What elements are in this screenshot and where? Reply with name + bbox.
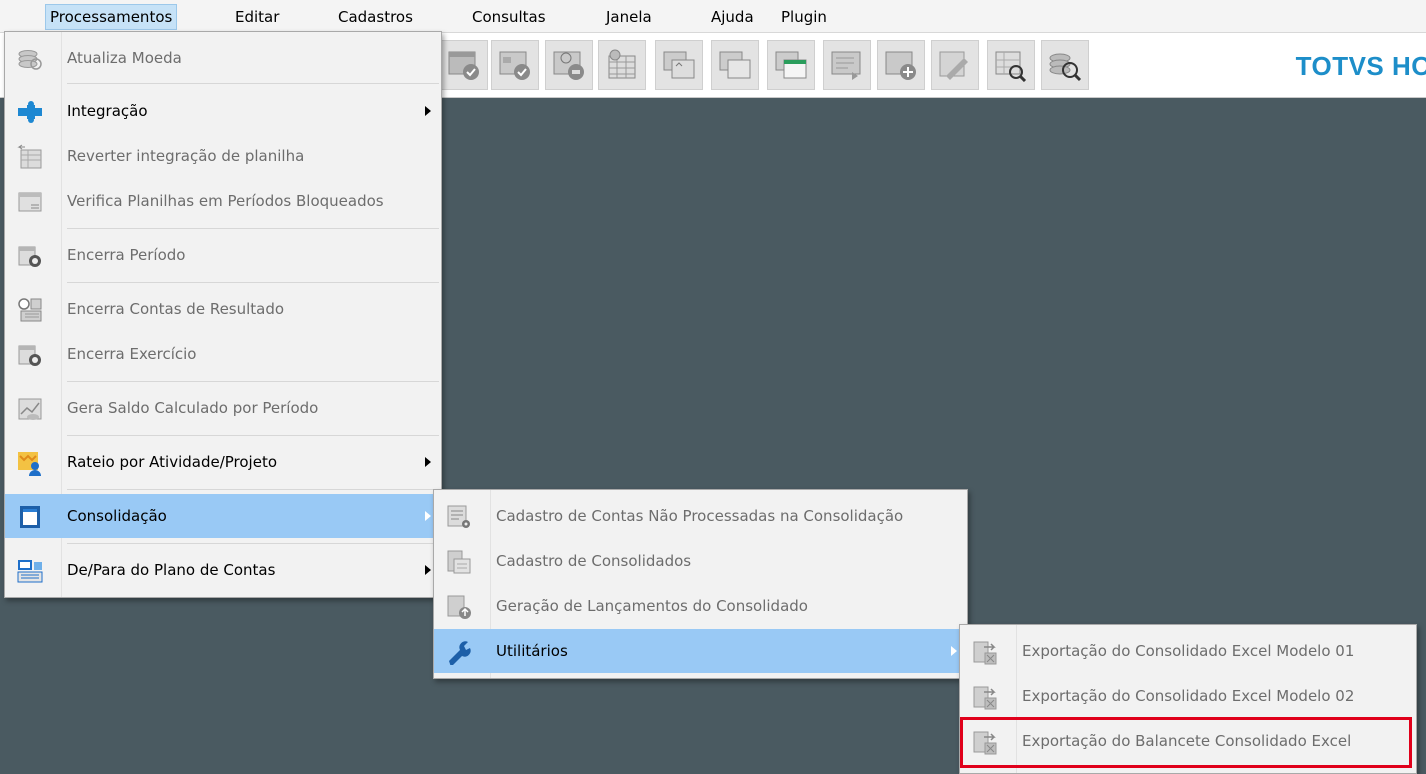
chart-calc-icon <box>18 398 42 420</box>
generate-icon <box>447 595 471 619</box>
toolbar-edit-button[interactable] <box>931 40 979 90</box>
menu-item-encerra-periodo[interactable]: Encerra Período <box>5 233 441 277</box>
menu-item-de-para[interactable]: De/Para do Plano de Contas <box>5 548 441 592</box>
menu-item-exportacao-modelo-02[interactable]: Exportação do Consolidado Excel Modelo 0… <box>960 674 1416 718</box>
mapping-icon <box>17 560 43 583</box>
menu-item-label: Encerra Exercício <box>67 345 197 363</box>
menu-item-label: Gera Saldo Calculado por Período <box>67 399 319 417</box>
menu-item-label: Utilitários <box>496 642 568 660</box>
menu-item-label: Consolidação <box>67 507 167 525</box>
coins-search-icon <box>1049 53 1082 82</box>
table-add-icon <box>608 49 636 79</box>
book-icon <box>20 506 40 528</box>
sheet-add-icon <box>885 51 916 80</box>
excel-export-icon <box>973 641 997 665</box>
calendar-close-icon <box>18 345 41 366</box>
toolbar-windows-button[interactable] <box>711 40 759 90</box>
menu-item-encerra-contas[interactable]: Encerra Contas de Resultado <box>5 287 441 331</box>
menu-item-label: Encerra Período <box>67 246 186 264</box>
menu-separator <box>67 282 439 283</box>
toolbar-window-green-button[interactable] <box>767 40 815 90</box>
consolidacao-submenu: Cadastro de Contas Não Processadas na Co… <box>433 489 968 679</box>
toolbar-table-add-button[interactable] <box>598 40 646 90</box>
menu-item-utilitarios[interactable]: Utilitários <box>434 629 967 673</box>
processamentos-menu: Atualiza Moeda Integração Reverter integ… <box>4 31 442 598</box>
project-people-icon <box>18 452 41 476</box>
menu-processamentos[interactable]: Processamentos <box>45 4 178 30</box>
consolidated-icon <box>447 550 471 574</box>
sheet-revert-icon <box>17 144 42 169</box>
menu-separator <box>67 228 439 229</box>
toolbar-window-star-button[interactable] <box>655 40 703 90</box>
excel-export-icon <box>973 686 997 710</box>
menu-item-reverter-integracao[interactable]: Reverter integração de planilha <box>5 134 441 178</box>
menu-item-cadastro-contas-nao-processadas[interactable]: Cadastro de Contas Não Processadas na Co… <box>434 494 967 538</box>
submenu-arrow-icon <box>951 646 957 656</box>
puzzle-icon <box>18 101 42 123</box>
accounts-close-icon <box>18 298 42 322</box>
submenu-arrow-icon <box>425 106 431 116</box>
menu-item-label: Cadastro de Contas Não Processadas na Co… <box>496 507 904 525</box>
window-star-icon <box>663 51 695 79</box>
toolbar-sheet-add-button[interactable] <box>877 40 925 90</box>
menu-item-cadastro-consolidados[interactable]: Cadastro de Consolidados <box>434 539 967 583</box>
windows-cascade-icon <box>719 51 751 79</box>
menu-item-rateio[interactable]: Rateio por Atividade/Projeto <box>5 440 441 484</box>
menu-item-exportacao-modelo-01[interactable]: Exportação do Consolidado Excel Modelo 0… <box>960 629 1416 673</box>
menu-item-label: Reverter integração de planilha <box>67 147 305 165</box>
submenu-arrow-icon <box>425 565 431 575</box>
menu-item-label: Cadastro de Consolidados <box>496 552 692 570</box>
menu-separator <box>67 381 439 382</box>
calendar-stop-icon <box>553 51 584 80</box>
menu-plugin[interactable]: Plugin <box>777 6 831 28</box>
submenu-arrow-icon <box>425 511 431 521</box>
menu-item-label: Integração <box>67 102 148 120</box>
menu-janela[interactable]: Janela <box>602 6 656 28</box>
menu-item-encerra-exercicio[interactable]: Encerra Exercício <box>5 332 441 376</box>
menu-item-label: Geração de Lançamentos do Consolidado <box>496 597 808 615</box>
toolbar-sheet-check-button[interactable] <box>491 40 539 90</box>
pencil-sheet-icon <box>939 51 968 80</box>
menu-ajuda[interactable]: Ajuda <box>707 6 758 28</box>
menu-item-integracao[interactable]: Integração <box>5 89 441 133</box>
highlight-marker <box>960 717 1412 768</box>
toolbar-calendar-stop-button[interactable] <box>545 40 593 90</box>
toolbar-sheet-arrow-button[interactable] <box>823 40 871 90</box>
menu-item-label: Encerra Contas de Resultado <box>67 300 285 318</box>
menu-item-label: De/Para do Plano de Contas <box>67 561 276 579</box>
menu-separator <box>67 543 439 544</box>
window-tile-icon <box>775 51 807 79</box>
menu-separator <box>67 489 439 490</box>
toolbar-coins-search-button[interactable] <box>1041 40 1089 90</box>
menu-item-label: Atualiza Moeda <box>67 49 182 67</box>
menu-item-gera-saldo[interactable]: Gera Saldo Calculado por Período <box>5 386 441 430</box>
sheet-arrow-icon <box>831 51 861 80</box>
menu-item-label: Verifica Planilhas em Períodos Bloqueado… <box>67 192 384 210</box>
menu-editar[interactable]: Editar <box>231 6 283 28</box>
menu-item-atualiza-moeda[interactable]: Atualiza Moeda <box>5 36 441 80</box>
menu-item-geracao-lancamentos[interactable]: Geração de Lançamentos do Consolidado <box>434 584 967 628</box>
menu-item-label: Rateio por Atividade/Projeto <box>67 453 277 471</box>
submenu-arrow-icon <box>425 457 431 467</box>
table-search-icon <box>995 51 1027 82</box>
menu-item-label: Exportação do Consolidado Excel Modelo 0… <box>1022 687 1355 705</box>
menu-separator <box>67 83 439 84</box>
calendar-check-icon <box>448 51 479 80</box>
menu-separator <box>67 435 439 436</box>
sheet-check-icon <box>499 51 530 80</box>
menu-item-label: Exportação do Consolidado Excel Modelo 0… <box>1022 642 1355 660</box>
wrench-icon <box>449 641 471 665</box>
sheet-check-icon <box>18 192 42 212</box>
menu-consultas[interactable]: Consultas <box>468 6 550 28</box>
menu-cadastros[interactable]: Cadastros <box>334 6 417 28</box>
calendar-close-icon <box>18 246 41 267</box>
menu-item-consolidacao[interactable]: Consolidação <box>5 494 441 538</box>
menu-item-verifica-planilhas[interactable]: Verifica Planilhas em Períodos Bloqueado… <box>5 179 441 223</box>
toolbar-calendar-check-button[interactable] <box>440 40 488 90</box>
coins-refresh-icon <box>18 50 42 70</box>
menu-bar: Processamentos Editar Cadastros Consulta… <box>0 0 1426 33</box>
toolbar-table-search-button[interactable] <box>987 40 1035 90</box>
list-gear-icon <box>447 505 470 528</box>
brand-logo: TOTVS HO <box>1295 51 1426 81</box>
